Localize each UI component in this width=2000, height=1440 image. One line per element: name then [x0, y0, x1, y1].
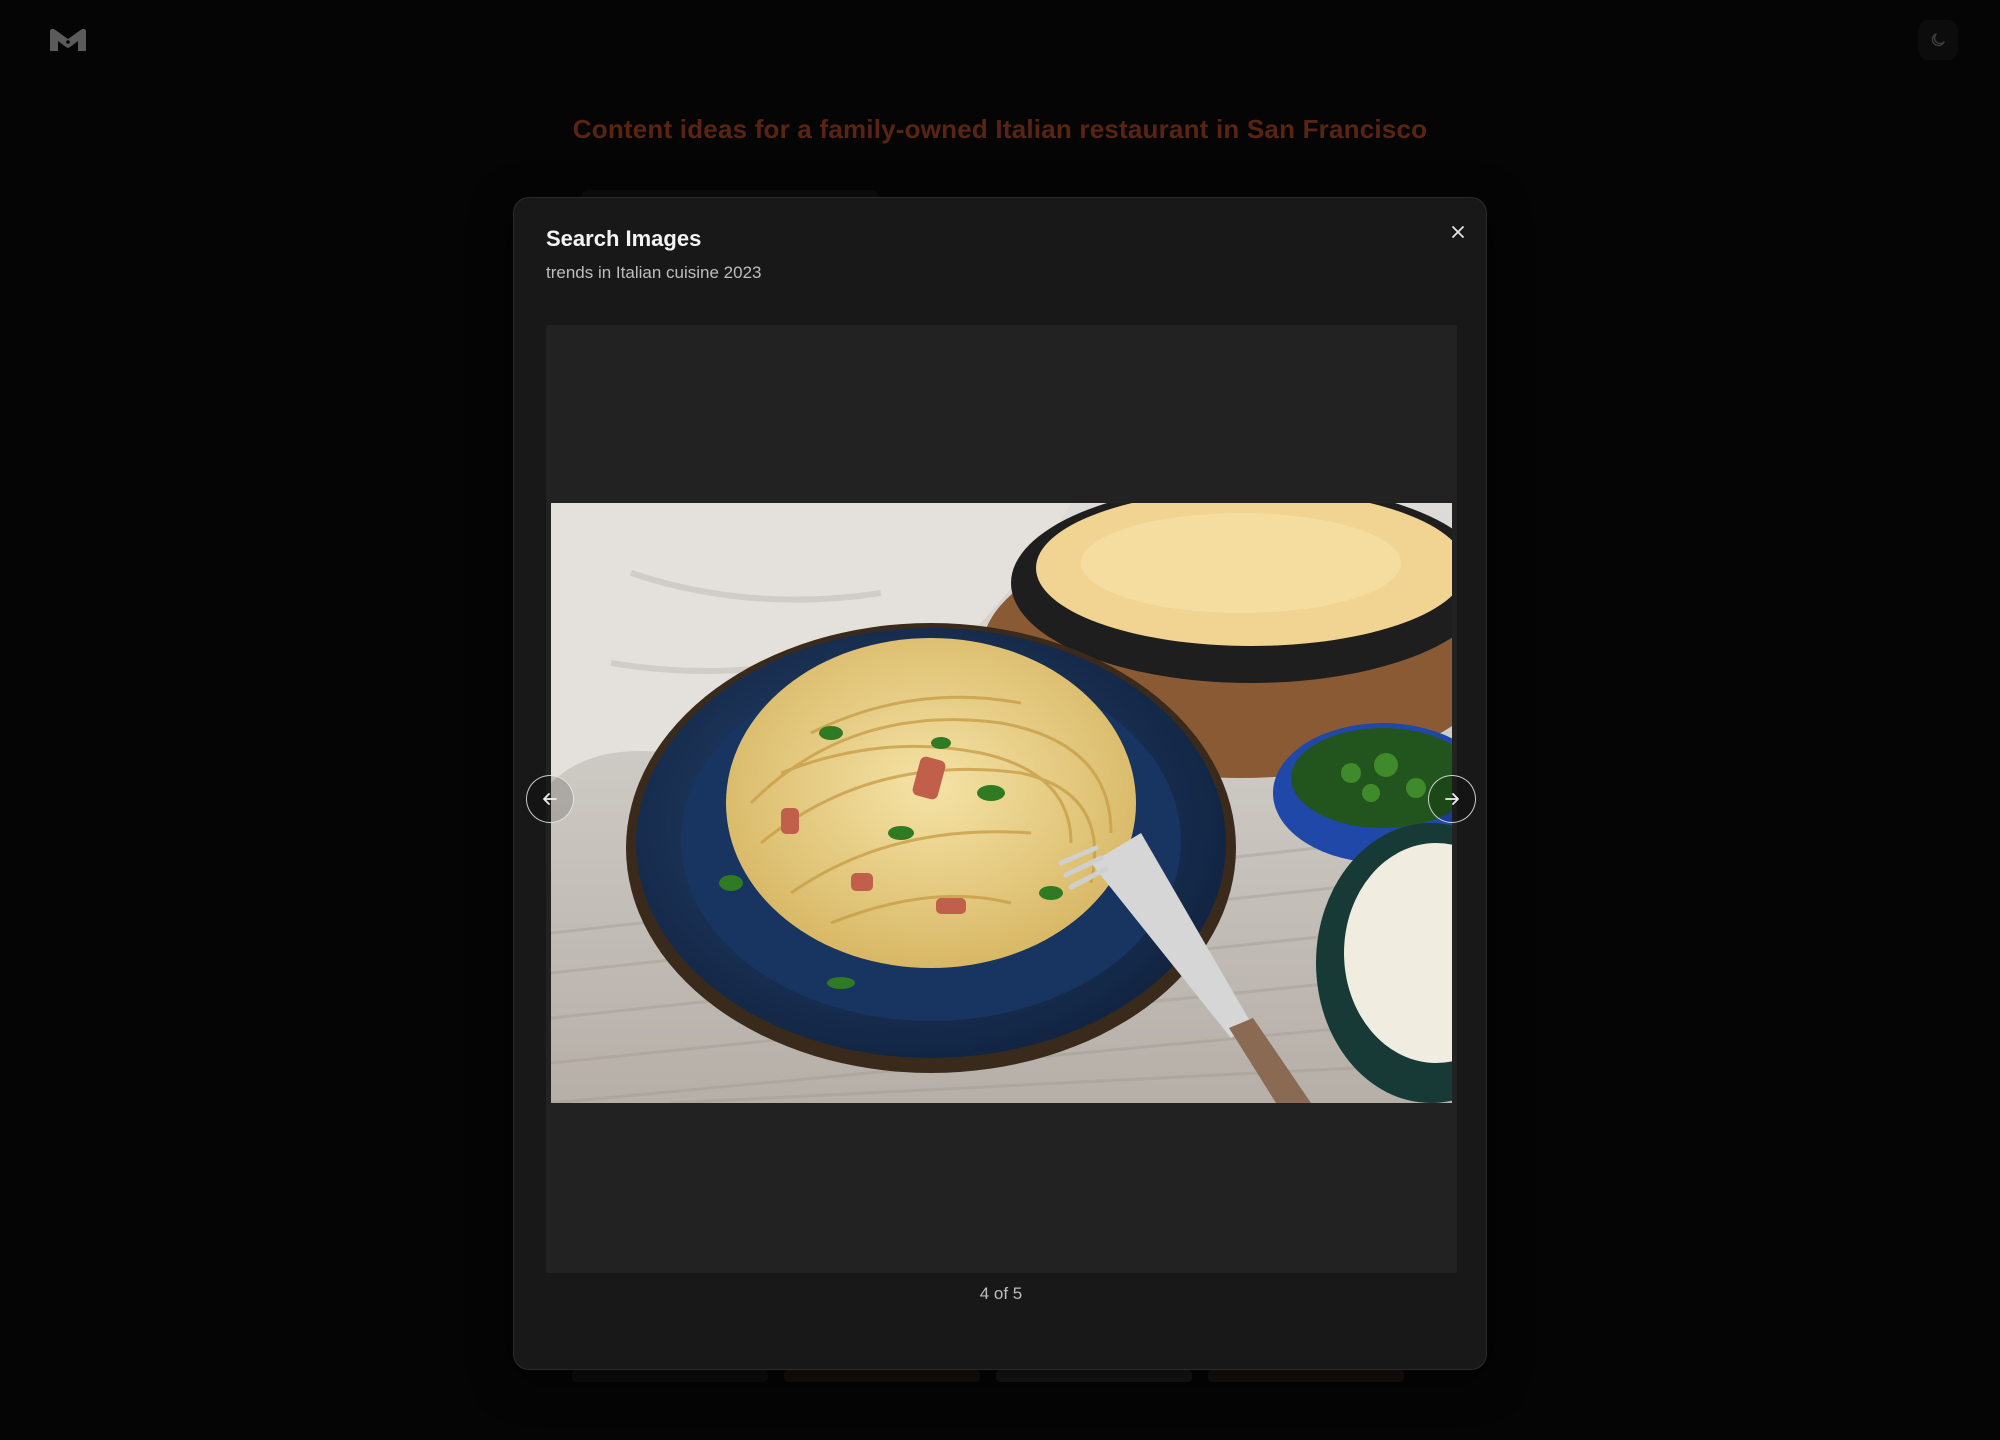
close-button[interactable]: [1444, 218, 1472, 246]
modal-title: Search Images: [546, 226, 702, 251]
previous-image-button[interactable]: [526, 775, 574, 823]
image-counter: 4 of 5: [979, 1284, 1023, 1303]
spaghetti-carbonara-photo: [551, 503, 1452, 1103]
close-icon: [1452, 226, 1464, 238]
image-viewer: [546, 325, 1457, 1273]
modal-subtitle: trends in Italian cuisine 2023: [546, 263, 762, 282]
arrow-right-icon: [1445, 793, 1459, 805]
next-image-button[interactable]: [1428, 775, 1476, 823]
arrow-left-icon: [543, 793, 557, 805]
search-images-modal: Search Images trends in Italian cuisine …: [513, 197, 1487, 1370]
